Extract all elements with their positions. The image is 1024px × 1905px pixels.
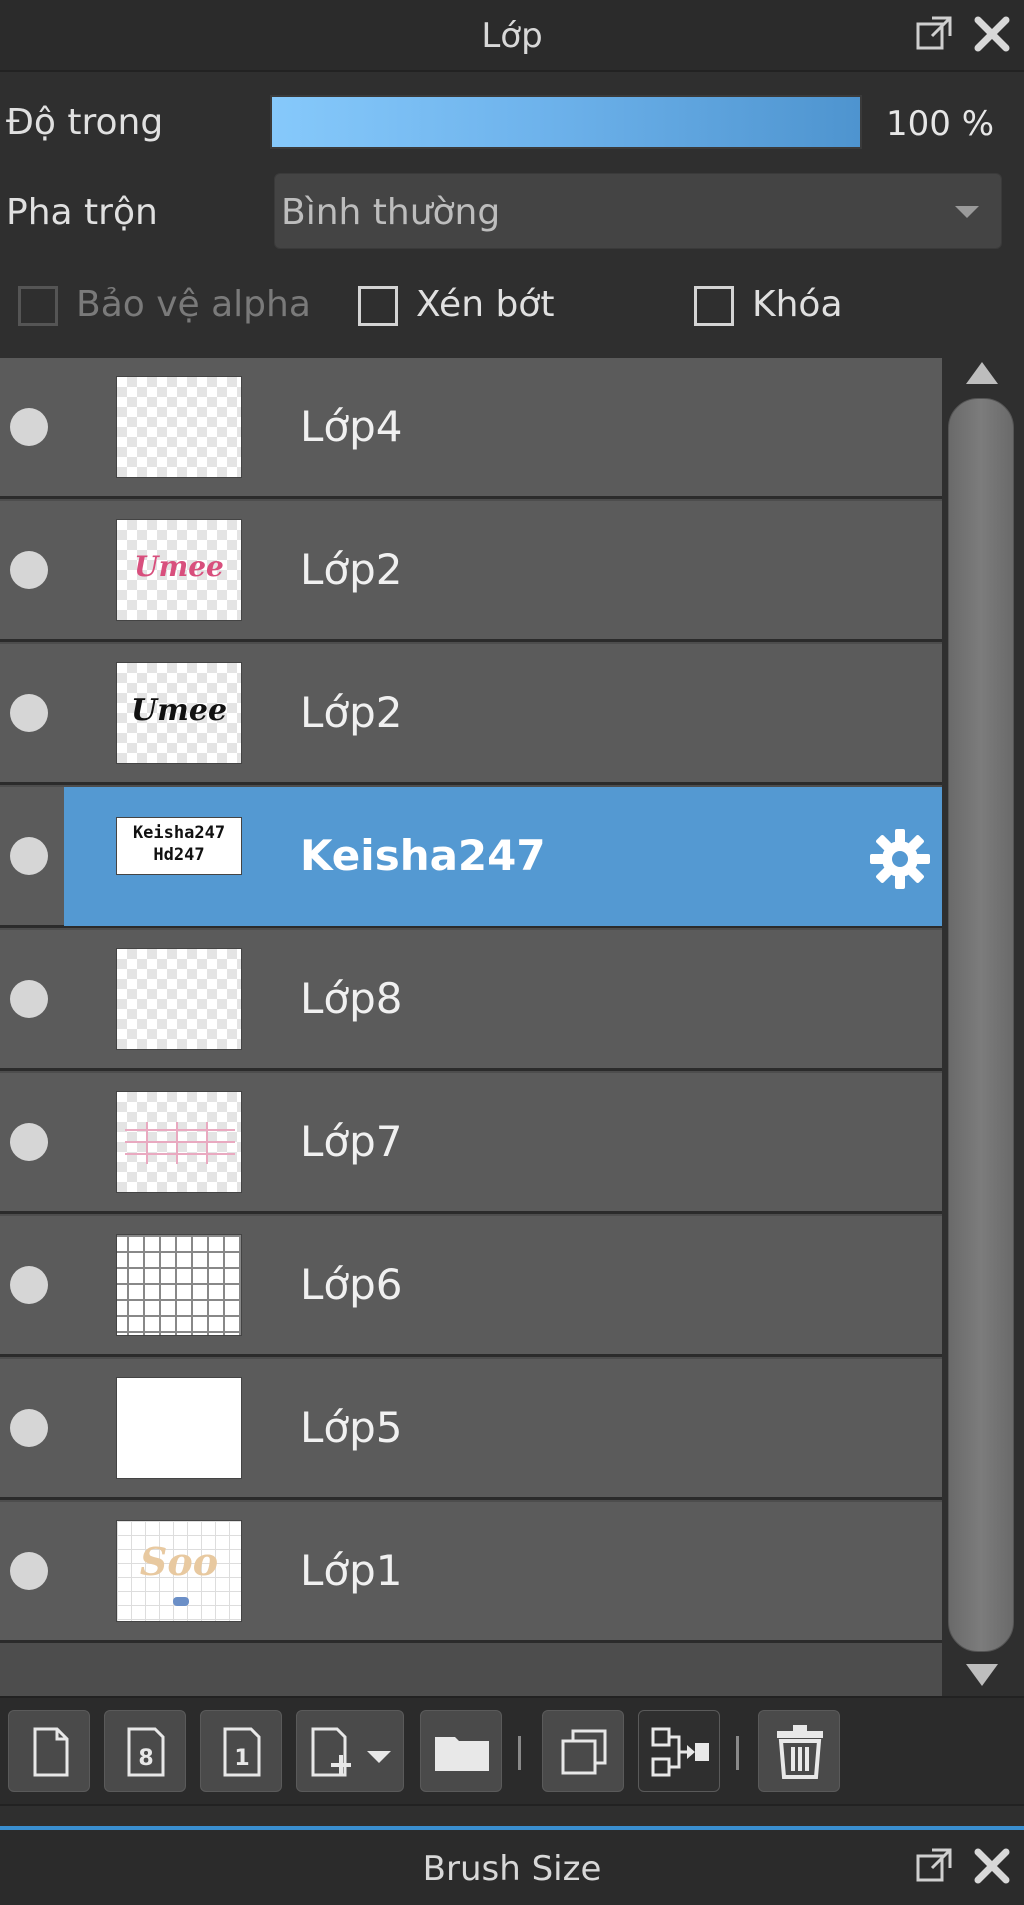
layer-row[interactable]: Umee Lớp2	[0, 644, 942, 785]
gear-icon[interactable]	[868, 827, 932, 891]
layer-row[interactable]: Umee Lớp2	[0, 501, 942, 642]
scrollbar-thumb[interactable]	[948, 398, 1014, 1652]
blend-label: Pha trộn	[6, 192, 158, 233]
layer-name: Lớp2	[300, 545, 403, 594]
thumbnail-text: Soo	[139, 1539, 219, 1584]
layer-thumbnail	[116, 1377, 242, 1479]
layer-name: Lớp8	[300, 974, 403, 1023]
layer-name: Lớp7	[300, 1117, 403, 1166]
layer-panel-header: Lớp	[0, 0, 1024, 72]
delete-layer-icon	[777, 1725, 823, 1779]
merge-down-button[interactable]	[638, 1710, 720, 1792]
opacity-slider[interactable]	[270, 95, 862, 149]
lock-label: Khóa	[752, 284, 843, 325]
visibility-icon[interactable]	[10, 837, 48, 875]
add-layer-dropdown-icon	[311, 1727, 391, 1777]
chevron-down-icon	[955, 206, 979, 218]
thumbnail-text: Umee	[130, 693, 228, 728]
layer-thumbnail: Soo	[116, 1520, 242, 1622]
toolbar-separator	[518, 1736, 521, 1770]
layer-thumbnail	[116, 1234, 242, 1336]
layer-row-selected[interactable]: Keisha247 Hd247 Keisha247	[0, 787, 942, 928]
layer-row[interactable]: Lớp6	[0, 1216, 942, 1357]
layer-thumbnail: Umee	[116, 519, 242, 621]
visibility-icon[interactable]	[10, 408, 48, 446]
delete-layer-button[interactable]	[758, 1710, 840, 1792]
layer-row[interactable]: Lớp7	[0, 1073, 942, 1214]
visibility-icon[interactable]	[10, 551, 48, 589]
blend-mode-value: Bình thường	[281, 192, 501, 233]
layer-name: Lớp4	[300, 402, 403, 451]
pink-lines-graphic	[125, 1122, 235, 1164]
layer-thumbnail	[116, 376, 242, 478]
close-icon[interactable]	[972, 1846, 1012, 1886]
layer-name: Lớp6	[300, 1260, 403, 1309]
alpha-protect-label: Bảo vệ alpha	[76, 284, 311, 325]
new-8bit-layer-button[interactable]: 8	[104, 1710, 186, 1792]
layer-name: Lớp1	[300, 1546, 403, 1595]
popout-icon[interactable]	[914, 14, 954, 54]
brush-size-title: Brush Size	[422, 1849, 602, 1889]
layer-name: Keisha247	[300, 831, 546, 880]
blend-mode-select[interactable]: Bình thường	[274, 173, 1002, 249]
clipping-label: Xén bớt	[416, 284, 555, 325]
layer-thumbnail: Umee	[116, 662, 242, 764]
layer-row[interactable]: Lớp8	[0, 930, 942, 1071]
layer-toolbar: 8 1	[0, 1696, 1024, 1806]
visibility-icon[interactable]	[10, 980, 48, 1018]
visibility-icon[interactable]	[10, 1266, 48, 1304]
opacity-label: Độ trong	[6, 102, 164, 143]
new-folder-button[interactable]	[420, 1710, 502, 1792]
layer-thumbnail	[116, 1091, 242, 1193]
duplicate-layer-button[interactable]	[542, 1710, 624, 1792]
layer-name: Lớp2	[300, 688, 403, 737]
new-folder-icon	[435, 1737, 489, 1771]
layer-thumbnail	[116, 948, 242, 1050]
scroll-up-arrow-icon[interactable]	[966, 362, 998, 384]
visibility-icon[interactable]	[10, 1123, 48, 1161]
layer-row[interactable]: Soo Lớp1	[0, 1502, 942, 1643]
popout-icon[interactable]	[914, 1846, 954, 1886]
close-icon[interactable]	[972, 14, 1012, 54]
layer-row[interactable]: Lớp5	[0, 1359, 942, 1500]
visibility-icon[interactable]	[10, 1409, 48, 1447]
layer-thumbnail: Keisha247 Hd247	[116, 817, 242, 875]
thumbnail-decoration	[173, 1597, 189, 1606]
svg-text:8: 8	[138, 1746, 153, 1771]
new-layer-icon	[33, 1727, 69, 1777]
panel-title: Lớp	[481, 16, 543, 56]
visibility-icon[interactable]	[10, 694, 48, 732]
layer-list[interactable]: Lớp4 Umee Lớp2 Umee Lớp2 Keisha247 Hd247…	[0, 358, 942, 1696]
lock-checkbox[interactable]	[694, 286, 734, 326]
toolbar-separator	[736, 1736, 739, 1770]
new-layer-button[interactable]	[8, 1710, 90, 1792]
new-1bit-layer-icon: 1	[223, 1727, 261, 1777]
add-layer-dropdown-button[interactable]	[296, 1710, 404, 1792]
opacity-value: 100 %	[886, 104, 995, 144]
layer-name: Lớp5	[300, 1403, 403, 1452]
scroll-down-arrow-icon[interactable]	[966, 1664, 998, 1686]
layer-row[interactable]: Lớp4	[0, 358, 942, 499]
svg-text:1: 1	[234, 1746, 249, 1771]
new-8bit-layer-icon: 8	[127, 1727, 165, 1777]
thumbnail-text: Umee	[134, 550, 224, 583]
thumbnail-text: Keisha247 Hd247	[132, 823, 226, 865]
duplicate-layer-icon	[561, 1729, 607, 1775]
new-1bit-layer-button[interactable]: 1	[200, 1710, 282, 1792]
alpha-protect-checkbox[interactable]	[18, 286, 58, 326]
merge-down-icon	[651, 1727, 709, 1777]
clipping-checkbox[interactable]	[358, 286, 398, 326]
visibility-icon[interactable]	[10, 1552, 48, 1590]
